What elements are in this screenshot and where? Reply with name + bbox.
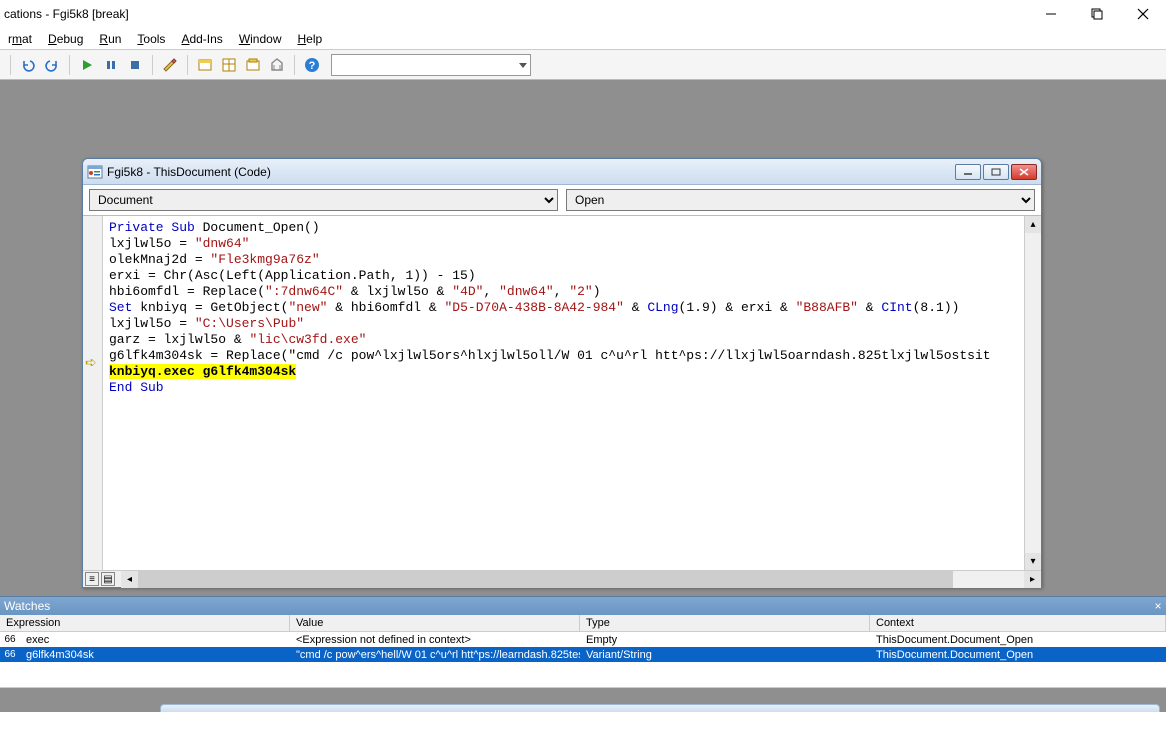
object-browser-button[interactable] (242, 54, 264, 76)
watch-expression: g6lfk4m304sk (20, 649, 290, 661)
full-module-view-button[interactable]: ▤ (101, 572, 115, 586)
vba-module-icon (87, 165, 103, 179)
code-editor[interactable]: Private Sub Document_Open() lxjlwl5o = "… (103, 216, 1041, 570)
watches-panel: Watches × Expression Value Type Context … (0, 596, 1166, 688)
toolbar: ? (0, 50, 1166, 80)
scroll-up-button[interactable]: ▴ (1025, 216, 1041, 233)
scroll-right-button[interactable]: ▸ (1024, 571, 1041, 588)
code-container: ➪ Private Sub Document_Open() lxjlwl5o =… (83, 215, 1041, 570)
watches-titlebar[interactable]: Watches × (0, 597, 1166, 615)
break-arrow-icon: ➪ (85, 354, 97, 371)
object-dropdown[interactable]: Document (89, 189, 558, 211)
menu-help[interactable]: Help (290, 30, 331, 48)
properties-window-button[interactable] (218, 54, 240, 76)
watch-icon: 66 (0, 634, 20, 645)
watch-type: Empty (580, 634, 870, 646)
child-close-button[interactable] (1011, 164, 1037, 180)
child-maximize-button[interactable] (983, 164, 1009, 180)
menubar: rmatDebugRunToolsAdd-InsWindowHelp (0, 28, 1166, 50)
mdi-area: Fgi5k8 - ThisDocument (Code) Document Op… (0, 80, 1166, 596)
horizontal-scrollbar[interactable]: ◂ ▸ (121, 571, 1041, 588)
minimize-button[interactable] (1028, 0, 1074, 28)
code-window: Fgi5k8 - ThisDocument (Code) Document Op… (82, 158, 1042, 588)
app-title: cations - Fgi5k8 [break] (4, 7, 129, 21)
scroll-left-button[interactable]: ◂ (121, 571, 138, 588)
watch-icon: 66 (0, 649, 20, 660)
watches-col-context[interactable]: Context (870, 615, 1166, 631)
watches-col-value[interactable]: Value (290, 615, 580, 631)
svg-text:?: ? (309, 60, 316, 72)
undo-button[interactable] (17, 54, 39, 76)
window-controls (1028, 0, 1166, 28)
code-bottom-bar: ≡ ▤ ◂ ▸ (83, 570, 1041, 587)
watch-row[interactable]: 66g6lfk4m304sk"cmd /c pow^ers^hell/W 01 … (0, 647, 1166, 662)
watches-body: 66exec<Expression not defined in context… (0, 632, 1166, 688)
code-gutter[interactable]: ➪ (83, 216, 103, 570)
watch-context: ThisDocument.Document_Open (870, 634, 1166, 646)
toolbar-combo[interactable] (331, 54, 531, 76)
watch-context: ThisDocument.Document_Open (870, 649, 1166, 661)
reset-button[interactable] (124, 54, 146, 76)
procedure-dropdown[interactable]: Open (566, 189, 1035, 211)
toolbox-button[interactable] (266, 54, 288, 76)
vertical-scrollbar[interactable]: ▴ ▾ (1024, 216, 1041, 570)
watch-value: <Expression not defined in context> (290, 634, 580, 646)
menu-tools[interactable]: Tools (129, 30, 173, 48)
menu-window[interactable]: Window (231, 30, 290, 48)
design-mode-button[interactable] (159, 54, 181, 76)
maximize-button[interactable] (1074, 0, 1120, 28)
close-button[interactable] (1120, 0, 1166, 28)
watches-close-button[interactable]: × (1150, 599, 1166, 613)
code-window-title: Fgi5k8 - ThisDocument (Code) (107, 165, 271, 179)
code-dropdown-row: Document Open (83, 185, 1041, 215)
app-titlebar: cations - Fgi5k8 [break] (0, 0, 1166, 28)
redo-button[interactable] (41, 54, 63, 76)
watches-title-label: Watches (4, 599, 50, 613)
watch-value: "cmd /c pow^ers^hell/W 01 c^u^rl htt^ps:… (290, 649, 580, 661)
run-button[interactable] (76, 54, 98, 76)
watch-type: Variant/String (580, 649, 870, 661)
menu-run[interactable]: Run (91, 30, 129, 48)
watch-expression: exec (20, 634, 290, 646)
help-button[interactable]: ? (301, 54, 323, 76)
menu-add-ins[interactable]: Add-Ins (173, 30, 230, 48)
watch-row[interactable]: 66exec<Expression not defined in context… (0, 632, 1166, 647)
bottom-strip (0, 688, 1166, 712)
watches-col-type[interactable]: Type (580, 615, 870, 631)
project-explorer-button[interactable] (194, 54, 216, 76)
menu-debug[interactable]: Debug (40, 30, 91, 48)
break-button[interactable] (100, 54, 122, 76)
procedure-view-button[interactable]: ≡ (85, 572, 99, 586)
child-minimize-button[interactable] (955, 164, 981, 180)
watches-col-expression[interactable]: Expression (0, 615, 290, 631)
code-window-titlebar[interactable]: Fgi5k8 - ThisDocument (Code) (83, 159, 1041, 185)
watches-header: Expression Value Type Context (0, 615, 1166, 632)
menu-rmat[interactable]: rmat (0, 30, 40, 48)
scroll-down-button[interactable]: ▾ (1025, 553, 1041, 570)
scroll-thumb[interactable] (138, 571, 953, 588)
